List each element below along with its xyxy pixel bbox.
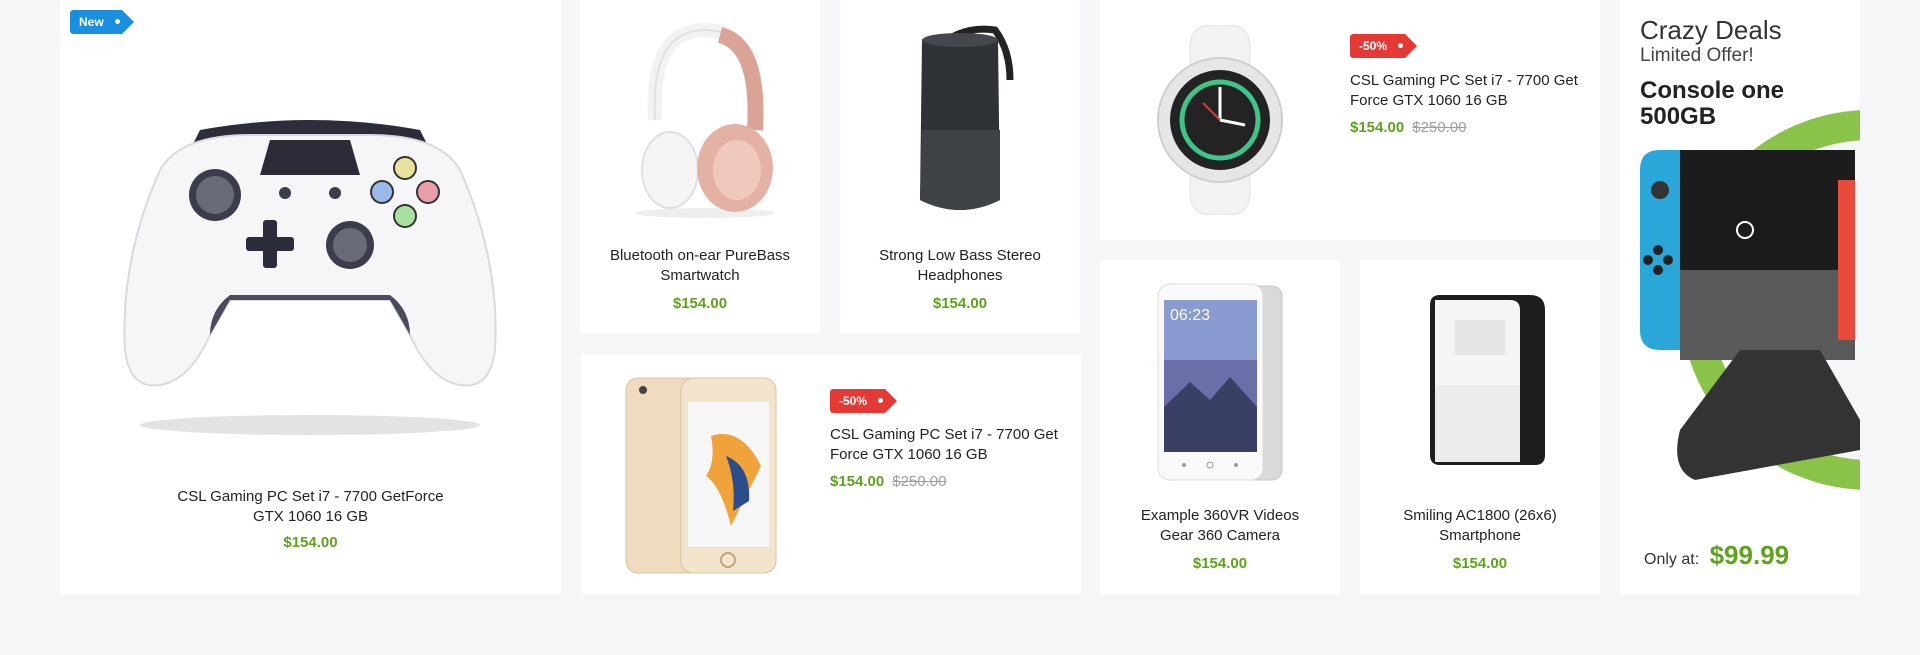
deals-title: Crazy Deals: [1640, 15, 1782, 45]
deal-price-row: Only at: $99.99: [1644, 540, 1789, 571]
smartphone-image: 06:23: [1157, 283, 1283, 481]
new-badge: New: [70, 10, 134, 34]
old-price: $250.00: [892, 473, 947, 490]
product-card-pc[interactable]: Smiling AC1800 (26x6) Smartphone $154.00: [1360, 260, 1600, 594]
product-price: $154.00: [932, 295, 988, 312]
product-card-phone[interactable]: 06:23 Example 360VR Videos Gear 360 Camer…: [1100, 260, 1340, 594]
product-card-watch[interactable]: -50% CSL Gaming PC Set i7 - 7700 Get Forc…: [1100, 0, 1600, 240]
game-controller-image: [123, 120, 497, 435]
product-card-speaker[interactable]: Strong Low Bass Stereo Headphones $154.00: [840, 0, 1080, 333]
pc-case-image: [1430, 295, 1545, 465]
product-name[interactable]: Example 360VR Videos Gear 360 Camera: [1100, 506, 1340, 546]
product-name[interactable]: Smiling AC1800 (26x6) Smartphone: [1360, 506, 1600, 546]
product-name[interactable]: CSL Gaming PC Set i7 - 7700 Get Force GTX…: [830, 425, 1065, 465]
product-name[interactable]: CSL Gaming PC Set i7 - 7700 GetForce GTX …: [60, 487, 561, 527]
svg-text:06:23: 06:23: [1170, 307, 1210, 324]
smartwatch-image: [1157, 25, 1283, 215]
product-price: $154.00: [1192, 555, 1248, 572]
product-price: $154.00 $250.00: [1350, 119, 1467, 136]
product-name[interactable]: Bluetooth on-ear PureBass Smartwatch: [580, 246, 820, 286]
product-price: $154.00: [1452, 555, 1508, 572]
product-price: $154.00: [283, 534, 338, 551]
product-card-headphones[interactable]: Bluetooth on-ear PureBass Smartwatch $154…: [580, 0, 820, 333]
deals-subtitle: Limited Offer!: [1640, 45, 1754, 66]
headphones-image: [635, 22, 775, 218]
product-name[interactable]: Strong Low Bass Stereo Headphones: [840, 246, 1080, 286]
discount-badge: -50%: [1350, 34, 1418, 58]
deal-product-name[interactable]: Console one 500GB: [1640, 78, 1784, 130]
old-price: $250.00: [1412, 119, 1467, 136]
deal-price: $99.99: [1709, 540, 1790, 570]
discount-badge: -50%: [830, 389, 898, 413]
product-card-iphone[interactable]: -50% CSL Gaming PC Set i7 - 7700 Get Forc…: [581, 354, 1081, 594]
product-price: $154.00: [672, 295, 728, 312]
product-price: $154.00 $250.00: [830, 473, 947, 490]
product-name[interactable]: CSL Gaming PC Set i7 - 7700 Get Force GTX…: [1350, 71, 1585, 111]
crazy-deals-banner[interactable]: Crazy Deals Limited Offer! Console one 50…: [1620, 0, 1860, 594]
only-at-label: Only at:: [1644, 551, 1700, 568]
console-image: [1640, 110, 1860, 490]
speaker-image: [920, 25, 1014, 210]
product-card-controller[interactable]: New CSL Gaming PC Set i7 - 7700 GetForce…: [60, 0, 561, 594]
smartphone-image: [625, 377, 777, 574]
